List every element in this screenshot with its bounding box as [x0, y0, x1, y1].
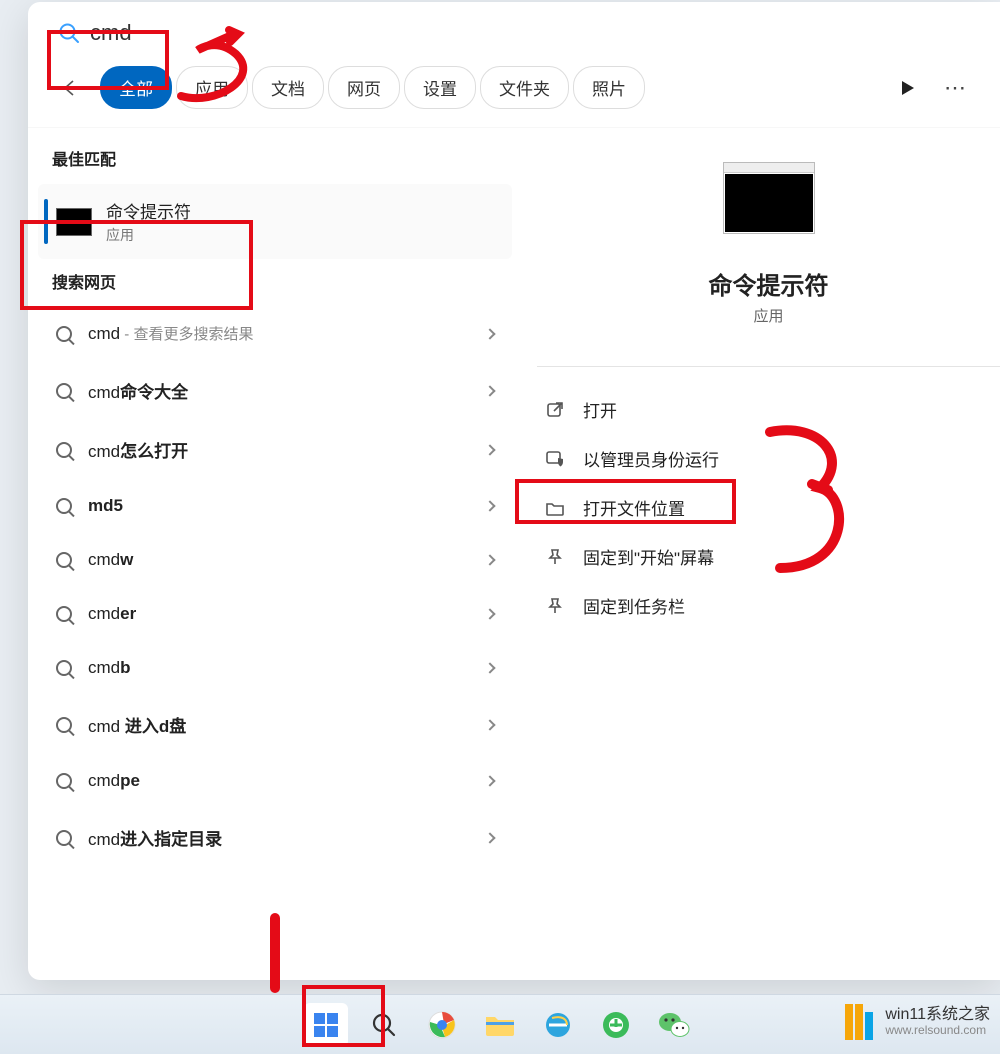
results-column: 最佳匹配 命令提示符 应用 搜索网页 cmd - 查看更多搜索结果 cmd命令大…: [28, 128, 518, 980]
play-icon[interactable]: [902, 81, 914, 95]
tab-web[interactable]: 网页: [328, 66, 400, 109]
taskbar-explorer-icon[interactable]: [478, 1003, 522, 1047]
chevron-right-icon: [484, 719, 495, 730]
chevron-right-icon: [484, 328, 495, 339]
windows-search-panel: 全部 应用 文档 网页 设置 文件夹 照片 ⋯ 最佳匹配 命令提示符 应用 搜索…: [28, 2, 1000, 980]
chevron-right-icon: [484, 385, 495, 396]
action-label: 以管理员身份运行: [583, 446, 719, 471]
best-match-subtitle: 应用: [106, 225, 191, 245]
watermark-subtitle: www.relsound.com: [885, 1024, 990, 1038]
web-result[interactable]: cmd - 查看更多搜索结果: [38, 307, 512, 360]
action-label: 打开: [583, 397, 617, 422]
chevron-right-icon: [484, 662, 495, 673]
web-result-text: cmd命令大全: [88, 378, 470, 403]
best-match-item[interactable]: 命令提示符 应用: [38, 184, 512, 259]
web-result-text: cmd怎么打开: [88, 437, 470, 462]
tabs-row: 全部 应用 文档 网页 设置 文件夹 照片 ⋯: [28, 58, 1000, 128]
action-label: 固定到"开始"屏幕: [583, 544, 714, 569]
search-icon: [56, 717, 72, 733]
watermark: win11系统之家 www.relsound.com: [845, 994, 990, 1050]
chevron-right-icon: [484, 500, 495, 511]
cmd-app-icon: [56, 208, 92, 236]
tab-folders[interactable]: 文件夹: [480, 66, 569, 109]
search-icon: [56, 606, 72, 622]
section-best-match: 最佳匹配: [38, 138, 512, 182]
action-open-file-location[interactable]: 打开文件位置: [537, 485, 1000, 530]
tab-settings[interactable]: 设置: [404, 66, 476, 109]
pin-icon: [545, 596, 565, 616]
tab-docs[interactable]: 文档: [252, 66, 324, 109]
action-label: 固定到任务栏: [583, 593, 685, 618]
pin-icon: [545, 547, 565, 567]
chevron-right-icon: [484, 775, 495, 786]
tab-all[interactable]: 全部: [100, 66, 172, 109]
action-pin-taskbar[interactable]: 固定到任务栏: [537, 583, 1000, 628]
folder-icon: [545, 498, 565, 518]
web-result-text: cmd进入指定目录: [88, 825, 470, 850]
chevron-right-icon: [484, 832, 495, 843]
shield-admin-icon: [545, 449, 565, 469]
web-result-text: cmdw: [88, 550, 470, 570]
web-result[interactable]: md5: [38, 480, 512, 532]
search-input[interactable]: [82, 16, 978, 50]
preview-app-icon: [723, 162, 815, 234]
tab-apps[interactable]: 应用: [176, 66, 248, 109]
search-icon: [56, 383, 72, 399]
search-icon: [56, 773, 72, 789]
search-icon: [56, 552, 72, 568]
taskbar-ie-icon[interactable]: [536, 1003, 580, 1047]
preview-subtitle: 应用: [753, 305, 783, 326]
best-match-title: 命令提示符: [106, 198, 191, 223]
web-result-text: cmd 进入d盘: [88, 712, 470, 737]
web-result-text: md5: [88, 496, 470, 516]
web-result[interactable]: cmdb: [38, 642, 512, 694]
search-icon: [56, 442, 72, 458]
action-pin-start[interactable]: 固定到"开始"屏幕: [537, 534, 1000, 579]
taskbar-browser-icon[interactable]: [420, 1003, 464, 1047]
action-open[interactable]: 打开: [537, 387, 1000, 432]
search-icon: [56, 20, 82, 46]
chevron-right-icon: [484, 444, 495, 455]
web-result[interactable]: cmder: [38, 588, 512, 640]
preview-title: 命令提示符: [709, 266, 829, 301]
back-button[interactable]: [52, 70, 88, 106]
chevron-right-icon: [484, 554, 495, 565]
search-icon: [56, 660, 72, 676]
preview-actions: 打开 以管理员身份运行 打开文件位置: [537, 366, 1000, 628]
chevron-right-icon: [484, 608, 495, 619]
web-result[interactable]: cmd命令大全: [38, 362, 512, 419]
web-result-text: cmd - 查看更多搜索结果: [88, 323, 470, 344]
section-web-search: 搜索网页: [38, 261, 512, 305]
web-result-text: cmdb: [88, 658, 470, 678]
web-result[interactable]: cmd怎么打开: [38, 421, 512, 478]
watermark-logo-icon: [845, 1004, 875, 1040]
start-button[interactable]: [304, 1003, 348, 1047]
taskbar-search-button[interactable]: [362, 1003, 406, 1047]
taskbar-wechat-icon[interactable]: [652, 1003, 696, 1047]
action-label: 打开文件位置: [583, 495, 685, 520]
web-result[interactable]: cmdpe: [38, 755, 512, 807]
action-run-as-admin[interactable]: 以管理员身份运行: [537, 436, 1000, 481]
tab-photos[interactable]: 照片: [573, 66, 645, 109]
watermark-title: win11系统之家: [885, 1006, 990, 1024]
open-icon: [545, 400, 565, 420]
web-result[interactable]: cmd 进入d盘: [38, 696, 512, 753]
web-result[interactable]: cmd进入指定目录: [38, 809, 512, 866]
search-icon: [56, 830, 72, 846]
web-result[interactable]: cmdw: [38, 534, 512, 586]
search-bar: [28, 2, 1000, 58]
search-icon: [56, 326, 72, 342]
preview-column: 命令提示符 应用 打开 以管理员身份运行: [518, 128, 1000, 980]
search-body: 最佳匹配 命令提示符 应用 搜索网页 cmd - 查看更多搜索结果 cmd命令大…: [28, 128, 1000, 980]
search-icon: [56, 498, 72, 514]
taskbar-360-icon[interactable]: [594, 1003, 638, 1047]
web-result-text: cmder: [88, 604, 470, 624]
more-icon[interactable]: ⋯: [944, 75, 968, 101]
web-result-text: cmdpe: [88, 771, 470, 791]
